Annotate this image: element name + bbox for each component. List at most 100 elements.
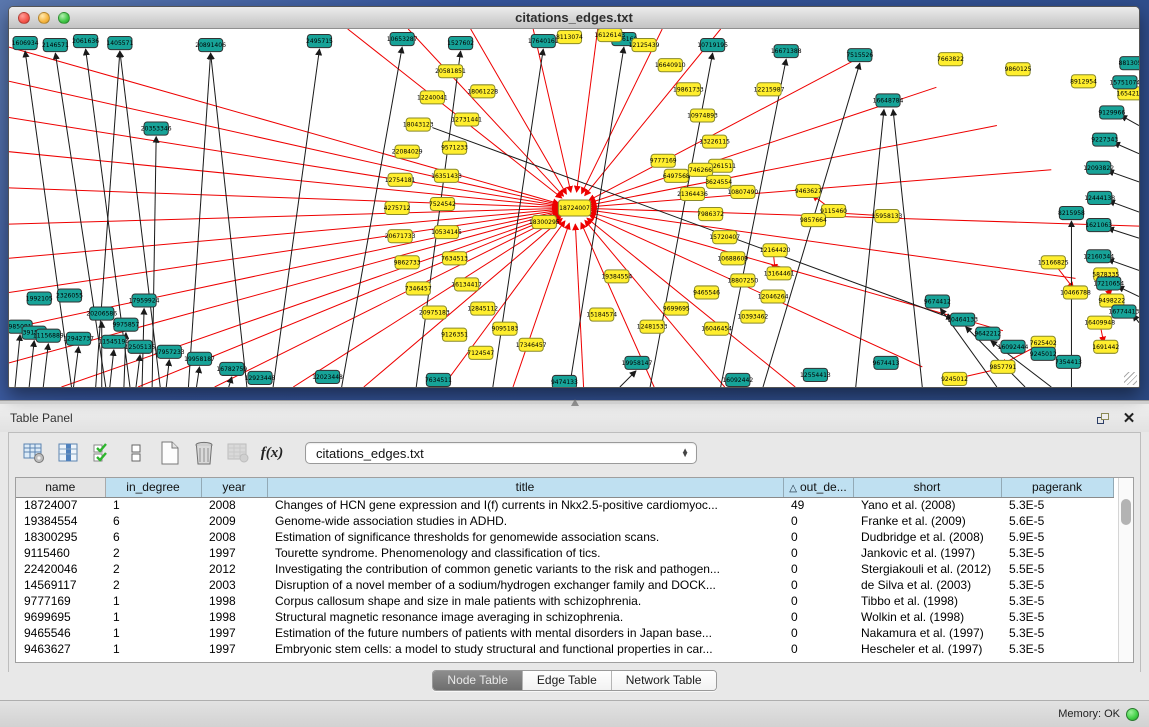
table-row[interactable]: 1456911722003Disruption of a novel membe… <box>16 577 1113 593</box>
graph-node[interactable]: 18300295 <box>529 216 560 229</box>
graph-node[interactable]: 9245012 <box>941 372 968 385</box>
graph-node[interactable]: 12164420 <box>760 244 791 257</box>
select-all-button[interactable] <box>87 438 117 468</box>
graph-node[interactable]: 9975857 <box>112 318 139 331</box>
graph-edge[interactable] <box>229 377 232 387</box>
graph-node[interactable]: 16092442 <box>722 373 753 386</box>
graph-node[interactable]: 1606934 <box>12 37 39 50</box>
graph-node[interactable]: 19861733 <box>673 83 704 96</box>
graph-node[interactable]: 16092444 <box>998 340 1029 353</box>
graph-node[interactable]: 21364436 <box>677 187 708 200</box>
graph-node[interactable]: 10719195 <box>697 39 728 52</box>
graph-node[interactable]: 12444138 <box>1084 191 1115 204</box>
graph-edge[interactable] <box>29 341 34 387</box>
graph-node[interactable]: 16046454 <box>701 322 732 335</box>
column-header-out_de[interactable]: △out_de... <box>783 478 853 497</box>
graph-node[interactable]: 9126351 <box>441 328 468 341</box>
clear-selection-button[interactable] <box>121 438 151 468</box>
graph-node[interactable]: 1405571 <box>106 37 133 50</box>
graph-edge[interactable] <box>364 218 562 387</box>
column-header-year[interactable]: year <box>201 478 267 497</box>
graph-node[interactable]: 13164461 <box>764 267 795 280</box>
column-header-pagerank[interactable]: pagerank <box>1001 478 1113 497</box>
graph-node[interactable]: 12481533 <box>637 320 668 333</box>
graph-node[interactable]: 7634513 <box>441 252 468 265</box>
graph-node[interactable]: 12215987 <box>754 83 785 96</box>
graph-node[interactable]: 16774413 <box>1109 305 1139 318</box>
graph-edge[interactable] <box>196 367 199 387</box>
new-column-button[interactable] <box>155 438 185 468</box>
graph-node[interactable]: 16640910 <box>655 59 686 72</box>
graph-edge[interactable] <box>1109 201 1139 212</box>
graph-node[interactable]: 15720407 <box>709 231 740 244</box>
graph-node[interactable]: 17640161 <box>528 35 559 48</box>
graph-node[interactable]: 18043123 <box>403 118 434 131</box>
graph-node[interactable]: 1527602 <box>447 37 474 50</box>
network-canvas[interactable]: 1606934214657120616361405571208914062495… <box>9 29 1139 387</box>
graph-node[interactable]: 9571233 <box>441 141 468 154</box>
graph-edge[interactable] <box>1114 143 1139 154</box>
graph-node[interactable]: 15184574 <box>586 308 617 321</box>
graph-node[interactable]: 1992105 <box>26 292 53 305</box>
graph-node[interactable]: 12923448 <box>245 371 276 384</box>
graph-node[interactable]: 2495715 <box>306 35 333 48</box>
graph-node[interactable]: 12731441 <box>451 113 482 126</box>
table-row[interactable]: 946554611997Estimation of the future num… <box>16 625 1113 641</box>
show-columns-button[interactable] <box>53 438 83 468</box>
graph-node[interactable]: 9674412 <box>924 295 951 308</box>
graph-node[interactable]: 18807250 <box>727 274 758 287</box>
float-panel-button[interactable] <box>1093 409 1113 427</box>
graph-node[interactable]: 9674413 <box>873 356 900 369</box>
window-titlebar[interactable]: citations_edges.txt <box>9 7 1139 29</box>
graph-node[interactable]: 6497568 <box>663 169 690 182</box>
graph-node[interactable]: 9857791 <box>989 360 1016 373</box>
table-row[interactable]: 969969511998Structural magnetic resonanc… <box>16 609 1113 625</box>
graph-node[interactable]: 9095183 <box>491 322 518 335</box>
graph-edge[interactable] <box>342 47 402 387</box>
graph-node[interactable]: 19384554 <box>601 270 632 283</box>
graph-node[interactable]: 17210654 <box>1093 277 1124 290</box>
graph-node[interactable]: 17957233 <box>154 345 185 358</box>
table-row[interactable]: 911546021997Tourette syndrome. Phenomeno… <box>16 545 1113 561</box>
graph-node[interactable]: 16648784 <box>873 94 904 107</box>
graph-node[interactable]: 16409948 <box>1084 316 1115 329</box>
panel-splitter[interactable] <box>0 400 1149 404</box>
column-header-name[interactable]: name <box>16 478 105 497</box>
delete-table-button[interactable] <box>223 438 253 468</box>
scrollbar-thumb[interactable] <box>1121 499 1131 525</box>
graph-node[interactable]: 9465546 <box>693 286 720 299</box>
network-view-window[interactable]: citations_edges.txt 16069342146571206163… <box>8 6 1140 388</box>
column-header-short[interactable]: short <box>853 478 1001 497</box>
graph-node[interactable]: 19958187 <box>184 352 215 365</box>
graph-node[interactable]: 1691442 <box>1092 340 1119 353</box>
graph-node[interactable]: 9642212 <box>974 327 1001 340</box>
graph-node[interactable]: 16351433 <box>431 169 462 182</box>
graph-node[interactable]: 12125439 <box>629 39 660 52</box>
network-graph[interactable]: 1606934214657120616361405571208914062495… <box>9 29 1139 387</box>
graph-edge[interactable] <box>591 209 1139 227</box>
graph-node[interactable]: 7515526 <box>846 49 873 62</box>
graph-node[interactable]: 12160344 <box>1083 250 1114 263</box>
graph-node[interactable]: 4275712 <box>384 201 411 214</box>
table-row[interactable]: 2242004622012Investigating the contribut… <box>16 561 1113 577</box>
graph-node[interactable]: 13226115 <box>699 135 730 148</box>
graph-node[interactable]: 9463627 <box>795 184 822 197</box>
graph-node[interactable]: 10393462 <box>738 310 769 323</box>
graph-node[interactable]: 7354413 <box>1055 355 1082 368</box>
graph-node[interactable]: 20581851 <box>435 65 466 78</box>
graph-edge[interactable] <box>533 29 571 192</box>
graph-node[interactable]: 9857664 <box>800 214 827 227</box>
graph-edge[interactable] <box>136 355 140 387</box>
graph-node[interactable]: 2061636 <box>72 35 99 48</box>
graph-node[interactable]: 7634511 <box>425 373 452 386</box>
graph-node[interactable]: 9777169 <box>650 154 677 167</box>
graph-node[interactable]: 9860125 <box>1005 63 1032 76</box>
graph-edge[interactable] <box>1108 171 1139 182</box>
graph-edge[interactable] <box>589 215 922 367</box>
graph-node[interactable]: 8912954 <box>1070 75 1097 88</box>
graph-node[interactable]: 10974893 <box>687 109 718 122</box>
graph-node[interactable]: 12754181 <box>385 173 416 186</box>
tab-edge-table[interactable]: Edge Table <box>523 671 612 690</box>
graph-node[interactable]: 8813054 <box>1118 57 1139 70</box>
graph-node[interactable]: 7986372 <box>697 207 724 220</box>
